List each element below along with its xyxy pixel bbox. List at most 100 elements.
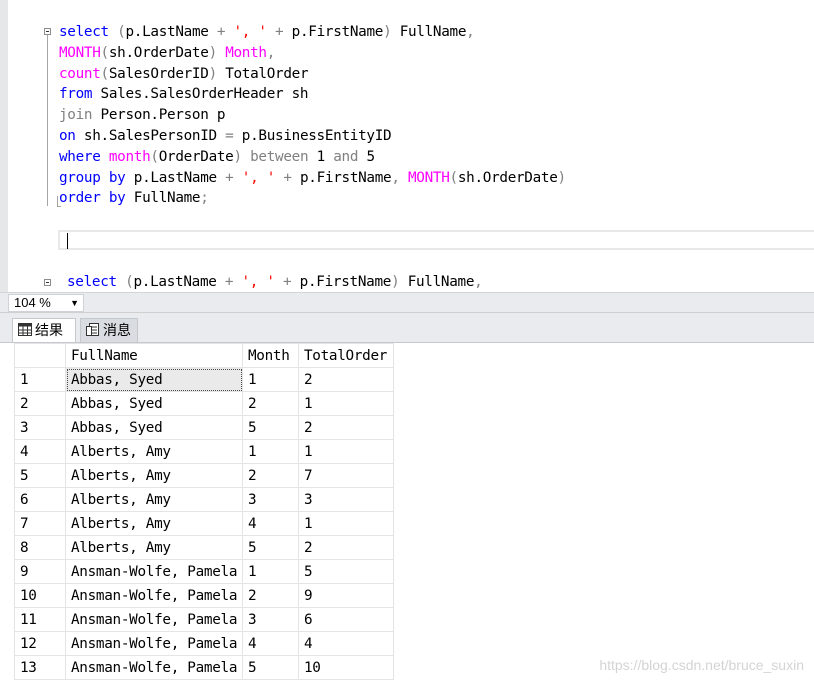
row-number[interactable]: 13 [14,655,66,680]
code-token: sh.OrderDate [457,169,558,186]
table-row[interactable]: 1 Abbas, Syed 1 2 [14,367,394,392]
second-query-line[interactable]: select (p.LastName + ', ' + p.FirstName)… [67,272,483,292]
table-row[interactable]: 4 Alberts, Amy 1 1 [14,439,394,464]
row-number[interactable]: 11 [14,607,66,632]
cell-fullname[interactable]: Abbas, Syed [65,415,243,440]
cell-totalorder[interactable]: 1 [298,439,394,464]
cell-fullname[interactable]: Ansman-Wolfe, Pamela [65,583,243,608]
table-row[interactable]: 3 Abbas, Syed 5 2 [14,415,394,440]
cell-totalorder[interactable]: 3 [298,487,394,512]
cell-fullname[interactable]: Alberts, Amy [65,439,243,464]
row-number[interactable]: 9 [14,559,66,584]
code-token: ) between [233,148,317,165]
row-number[interactable]: 8 [14,535,66,560]
cell-month[interactable]: 4 [242,511,299,536]
cell-totalorder[interactable]: 2 [298,535,394,560]
row-number[interactable]: 12 [14,631,66,656]
code-token: ( [449,169,459,186]
collapse-icon[interactable] [44,28,51,35]
cell-fullname[interactable]: Alberts, Amy [65,511,243,536]
row-number[interactable]: 3 [14,415,66,440]
cell-totalorder[interactable]: 6 [298,607,394,632]
row-number[interactable]: 7 [14,511,66,536]
code-line[interactable]: MONTH(sh.OrderDate) Month, [59,43,275,64]
code-token: month [100,148,151,165]
code-token: ( [100,65,110,82]
row-number[interactable]: 10 [14,583,66,608]
cell-month[interactable]: 1 [242,559,299,584]
cell-totalorder[interactable]: 1 [298,391,394,416]
row-number[interactable]: 1 [14,367,66,392]
cell-month[interactable]: 2 [242,391,299,416]
cell-fullname[interactable]: Abbas, Syed [65,391,243,416]
cell-month[interactable]: 2 [242,583,299,608]
cell-month[interactable]: 3 [242,607,299,632]
row-number[interactable]: 4 [14,439,66,464]
cell-totalorder[interactable]: 4 [298,631,394,656]
cell-totalorder[interactable]: 2 [298,367,394,392]
table-row[interactable]: 7 Alberts, Amy 4 1 [14,511,394,536]
cell-fullname[interactable]: Abbas, Syed [65,367,243,392]
cell-fullname[interactable]: Alberts, Amy [65,463,243,488]
table-row[interactable]: 13 Ansman-Wolfe, Pamela 5 10 [14,655,394,680]
code-line[interactable]: count(SalesOrderID) TotalOrder [59,64,309,85]
corner-cell[interactable] [14,343,66,368]
table-row[interactable]: 8 Alberts, Amy 5 2 [14,535,394,560]
code-line[interactable]: on sh.SalesPersonID = p.BusinessEntityID [59,126,392,147]
row-number[interactable]: 6 [14,487,66,512]
results-grid[interactable]: FullName Month TotalOrder 1 Abbas, Syed 1 2… [14,343,394,680]
cell-month[interactable]: 4 [242,631,299,656]
cell-totalorder[interactable]: 5 [298,559,394,584]
cell-fullname[interactable]: Ansman-Wolfe, Pamela [65,631,243,656]
cell-totalorder[interactable]: 9 [298,583,394,608]
tab-messages[interactable]: 消息 [80,318,138,342]
cell-totalorder[interactable]: 10 [298,655,394,680]
cell-fullname[interactable]: Alberts, Amy [65,535,243,560]
horizontal-scrollbar[interactable] [88,296,814,310]
code-line[interactable]: join Person.Person p [59,105,225,126]
cell-totalorder[interactable]: 1 [298,511,394,536]
cell-month[interactable]: 1 [242,439,299,464]
cell-fullname[interactable]: Ansman-Wolfe, Pamela [65,607,243,632]
column-header-month[interactable]: Month [242,343,299,368]
table-row[interactable]: 12 Ansman-Wolfe, Pamela 4 4 [14,631,394,656]
row-number[interactable]: 5 [14,463,66,488]
table-row[interactable]: 9 Ansman-Wolfe, Pamela 1 5 [14,559,394,584]
table-row[interactable]: 6 Alberts, Amy 3 3 [14,487,394,512]
collapse-icon[interactable] [44,279,51,286]
code-line[interactable]: where month(OrderDate) between 1 and 5 [59,147,375,168]
code-token: select [59,24,109,40]
cell-totalorder[interactable]: 7 [298,463,394,488]
code-line[interactable]: from Sales.SalesOrderHeader sh [59,84,309,105]
chevron-down-icon[interactable]: ▼ [70,295,79,311]
cell-month[interactable]: 5 [242,655,299,680]
cell-month[interactable]: 1 [242,367,299,392]
cell-month[interactable]: 5 [242,415,299,440]
cell-fullname[interactable]: Ansman-Wolfe, Pamela [65,655,243,680]
code-line[interactable]: order by FullName; [59,188,209,209]
code-token: on [59,128,76,144]
cell-month[interactable]: 2 [242,463,299,488]
cell-fullname[interactable]: Ansman-Wolfe, Pamela [65,559,243,584]
cell-month[interactable]: 5 [242,535,299,560]
zoom-bar: 104 % ▼ [0,292,814,313]
table-row[interactable]: 2 Abbas, Syed 2 1 [14,391,394,416]
column-header-totalorder[interactable]: TotalOrder [298,343,394,368]
cell-fullname[interactable]: Alberts, Amy [65,487,243,512]
code-token: , [466,24,475,40]
cell-totalorder[interactable]: 2 [298,415,394,440]
code-token: ( [116,274,134,290]
tab-results[interactable]: 结果 [12,318,76,342]
table-row[interactable]: 5 Alberts, Amy 2 7 [14,463,394,488]
column-header-fullname[interactable]: FullName [65,343,243,368]
table-row[interactable]: 11 Ansman-Wolfe, Pamela 3 6 [14,607,394,632]
zoom-select[interactable]: 104 % ▼ [8,294,84,312]
code-token: ( [108,24,126,40]
code-line[interactable]: select (p.LastName + ', ' + p.FirstName)… [59,22,475,43]
row-number[interactable]: 2 [14,391,66,416]
cell-month[interactable]: 3 [242,487,299,512]
query-editor[interactable]: select (p.LastName + ', ' + p.FirstName)… [0,0,814,292]
outline-gutter-line [47,30,48,206]
table-row[interactable]: 10 Ansman-Wolfe, Pamela 2 9 [14,583,394,608]
code-line[interactable]: group by p.LastName + ', ' + p.FirstName… [59,168,566,189]
